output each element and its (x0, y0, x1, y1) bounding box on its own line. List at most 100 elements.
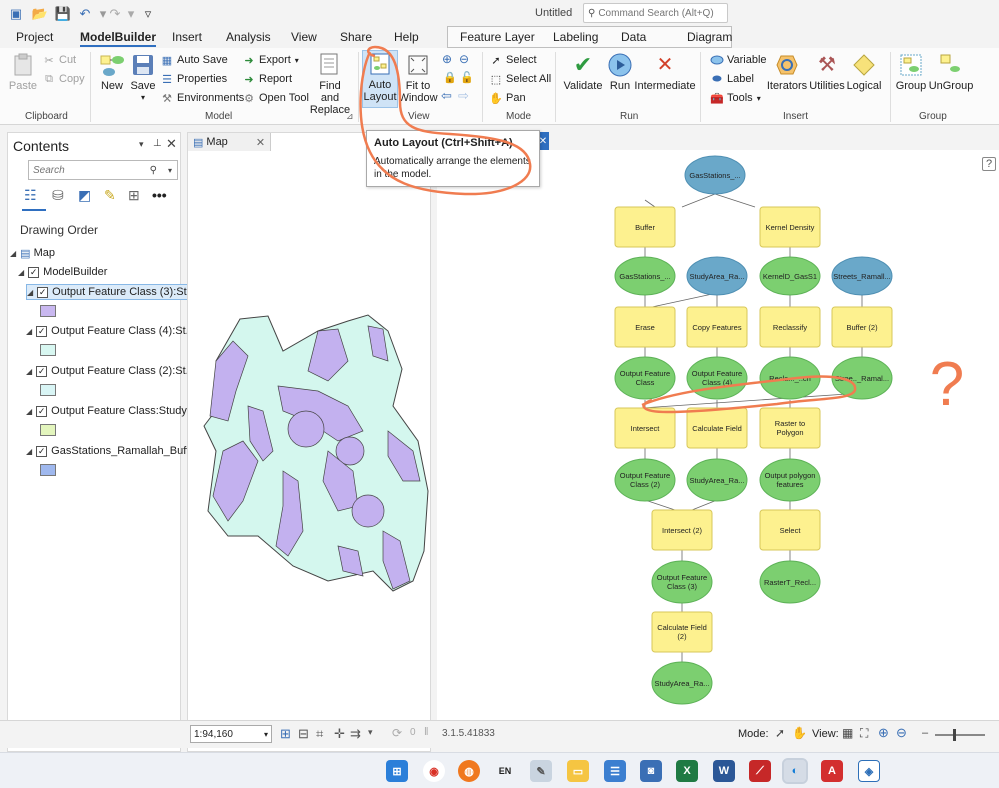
label-button[interactable]: ⬬ Label (710, 70, 754, 88)
model-node-output-feature-class-4[interactable]: Output FeatureClass (4) (686, 356, 748, 400)
visibility-checkbox[interactable]: ✓ (28, 266, 40, 278)
pan-mode-icon[interactable]: ✋ (792, 726, 807, 740)
chrome-icon[interactable]: ◉ (423, 760, 445, 782)
refresh-icon[interactable]: ⟳ (392, 726, 402, 740)
tab-diagram[interactable]: Diagram (687, 30, 732, 44)
model-node-gasstations-output[interactable]: GasStations_... (614, 256, 676, 296)
visibility-checkbox[interactable]: ✓ (36, 405, 48, 417)
tab-labeling[interactable]: Labeling (553, 30, 598, 44)
open-icon[interactable]: 📂 (32, 6, 48, 22)
model-node-output-feature-class[interactable]: Output FeatureClass (614, 356, 676, 400)
pause-icon[interactable]: ‖ (424, 726, 429, 738)
save-dropdown-icon[interactable]: ▾ (141, 92, 145, 104)
copy-button[interactable]: ⧉ Copy (42, 70, 85, 88)
chevron-down-icon[interactable]: ▾ (368, 727, 373, 738)
map-scale-selector[interactable]: 1:94,160 ▾ (190, 725, 272, 743)
cross-icon[interactable]: ✛ (334, 726, 345, 742)
dialog-launcher-icon[interactable]: ⊿ (346, 111, 354, 122)
zoom-in-icon[interactable]: ⊕ (878, 725, 889, 741)
pen-tool-icon[interactable]: ✎ (530, 760, 552, 782)
graph-nodes[interactable]: GasStations_... Buffer Kernel Density Ga… (614, 155, 893, 705)
find-replace-button[interactable]: Find and Replace (309, 52, 351, 116)
zoom-slider-track[interactable] (935, 734, 985, 736)
model-node-streets-input[interactable]: Streets_Ramall... (831, 256, 893, 296)
model-node-output-feature-class-3[interactable]: Output FeatureClass (3) (651, 560, 713, 604)
report-button[interactable]: ➜ Report (242, 70, 292, 88)
map-canvas[interactable] (188, 151, 432, 731)
grid-icon[interactable]: ⊞ (280, 726, 291, 742)
command-search[interactable]: ⚲ (583, 3, 728, 23)
auto-layout-small-icon[interactable]: ▦ (842, 726, 853, 740)
contents-search-input[interactable] (33, 164, 143, 176)
map-view[interactable]: ▤ Map ✕ (187, 132, 431, 752)
model-node-copy-features[interactable]: Copy Features (686, 306, 748, 348)
ungroup-button[interactable]: UnGroup (929, 52, 973, 92)
language-indicator[interactable]: EN (494, 760, 516, 782)
model-node-calculate-field[interactable]: Calculate Field (686, 407, 748, 449)
expand-icon[interactable]: ◢ (26, 407, 32, 416)
time-icon[interactable]: ⇉ (350, 726, 361, 742)
notepad-icon[interactable]: ☰ (604, 760, 626, 782)
snapping-icon[interactable]: ⌗ (316, 726, 323, 742)
layer-symbol-swatch[interactable] (40, 464, 56, 476)
expand-icon[interactable]: ◢ (10, 249, 16, 258)
model-node-rastert-output[interactable]: RasterT_Recl... (759, 560, 821, 604)
model-node-gasstations-input[interactable]: GasStations_... (684, 155, 746, 195)
model-node-buffer[interactable]: Buffer (614, 206, 676, 248)
visibility-checkbox[interactable]: ✓ (36, 365, 48, 377)
table-icon[interactable]: ⊟ (298, 726, 309, 742)
tree-item-map[interactable]: ◢ ▤ Map (10, 245, 55, 261)
pin-icon[interactable]: ⊥ (153, 138, 162, 149)
list-by-selection-icon[interactable]: ◩ (78, 187, 91, 204)
tree-item-layer[interactable]: ◢ ✓ Output Feature Class (4):St... (26, 323, 195, 339)
camera-icon[interactable]: ◙ (640, 760, 662, 782)
map-tab[interactable]: ▤ Map ✕ (188, 133, 272, 151)
run-button[interactable]: Run (605, 52, 635, 92)
auto-save-button[interactable]: ▦ Auto Save (160, 51, 228, 69)
command-search-input[interactable] (598, 7, 719, 19)
model-node-intersect-2[interactable]: Intersect (2) (651, 509, 713, 551)
tree-item-layer[interactable]: ◢ ✓ Output Feature Class (3):St... (26, 284, 199, 300)
close-icon[interactable]: ✕ (166, 136, 177, 152)
model-node-select[interactable]: Select (759, 509, 821, 551)
expand-icon[interactable]: ◢ (18, 268, 24, 277)
more-options-icon[interactable]: ••• (152, 187, 167, 203)
properties-button[interactable]: ☰ Properties (160, 70, 227, 88)
tree-item-layer[interactable]: ◢ ✓ Output Feature Class:Study... (26, 403, 195, 419)
cut-button[interactable]: ✂ Cut (42, 51, 76, 69)
tab-analysis[interactable]: Analysis (226, 30, 271, 44)
paste-button[interactable]: Paste (8, 52, 38, 92)
customize-icon[interactable]: ▿ (140, 6, 156, 22)
tab-view[interactable]: View (291, 30, 317, 44)
open-tool-button[interactable]: ⚙ Open Tool (242, 89, 309, 107)
tab-project[interactable]: Project (16, 30, 53, 44)
variable-button[interactable]: Variable (710, 51, 767, 69)
logical-button[interactable]: Logical (846, 52, 882, 92)
tree-item-modelbuilder[interactable]: ◢ ✓ ModelBuilder (18, 264, 107, 280)
model-node-erase[interactable]: Erase (614, 306, 676, 348)
utilities-button[interactable]: ⚒ Utilities (808, 52, 846, 92)
export-button[interactable]: ➜ Export ▾ (242, 51, 298, 69)
redo-dropdown-icon[interactable]: ▾ (123, 6, 139, 22)
fit-window-small-icon[interactable]: ⛶ (860, 726, 868, 741)
layer-symbol-swatch[interactable] (40, 344, 56, 356)
expand-icon[interactable]: ◢ (26, 367, 32, 376)
expand-icon[interactable]: ◢ (26, 327, 32, 336)
tab-modelbuilder[interactable]: ModelBuilder (80, 30, 157, 47)
tab-insert[interactable]: Insert (172, 30, 202, 44)
list-by-drawing-order-icon[interactable]: ☷ (24, 187, 37, 204)
new-model-button[interactable]: New (97, 52, 127, 92)
visibility-checkbox[interactable]: ✓ (36, 325, 48, 337)
model-node-intersect[interactable]: Intersect (614, 407, 676, 449)
list-by-snapping-icon[interactable]: ⊞ (128, 187, 140, 204)
edge-icon[interactable]: ◐ (782, 758, 808, 784)
save-model-button[interactable]: Save ▾ (130, 52, 156, 104)
iterators-button[interactable]: Iterators (767, 52, 807, 92)
layer-symbol-swatch[interactable] (40, 424, 56, 436)
expand-icon[interactable]: ◢ (26, 447, 32, 456)
search-dropdown-icon[interactable]: ▾ (168, 166, 172, 175)
close-icon[interactable]: ✕ (256, 136, 265, 149)
arcgis-pro-icon[interactable]: ◈ (858, 760, 880, 782)
tree-item-layer[interactable]: ◢ ✓ GasStations_Ramallah_Buff... (26, 443, 198, 459)
layer-symbol-swatch[interactable] (40, 384, 56, 396)
